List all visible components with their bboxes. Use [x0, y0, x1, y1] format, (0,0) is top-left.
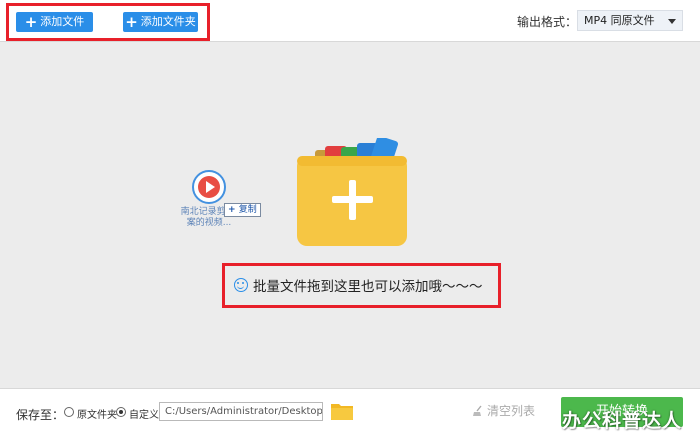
toolbar: + 添加文件 + 添加文件夹 输出格式： MP4 同原文件 [0, 0, 700, 42]
chevron-down-icon [668, 19, 676, 24]
drop-hint: 批量文件拖到这里也可以添加哦～～～ [234, 275, 483, 295]
add-folder-button[interactable]: + 添加文件夹 [123, 12, 198, 32]
clear-list-button[interactable]: 清空列表 [472, 402, 535, 419]
save-path-input[interactable] [159, 402, 323, 421]
copy-badge: + 复制 [224, 203, 261, 217]
watermark: 办公科普达人 [562, 410, 683, 432]
plus-icon: + [125, 12, 138, 31]
radio-original-folder[interactable] [64, 407, 74, 417]
radio-original-folder-label[interactable]: 原文件夹 [77, 406, 117, 421]
add-file-button[interactable]: + 添加文件 [16, 12, 93, 32]
add-file-label: 添加文件 [40, 15, 85, 28]
drop-hint-text: 批量文件拖到这里也可以添加哦～～～ [253, 279, 483, 295]
add-folder-illustration-icon[interactable] [297, 138, 409, 246]
dragging-file-ghost: 南北记录剪 文案的视频... + 复制 [180, 170, 261, 232]
browse-folder-icon[interactable] [330, 401, 354, 421]
video-player-icon [192, 170, 226, 204]
radio-custom-label[interactable]: 自定义 [129, 406, 159, 421]
broom-icon [473, 405, 482, 416]
output-format-label: 输出格式： [517, 15, 578, 29]
clear-list-label: 清空列表 [487, 404, 536, 418]
radio-custom[interactable] [116, 407, 126, 417]
save-to-label: 保存至： [16, 408, 65, 422]
smile-icon [234, 278, 248, 292]
plus-icon: + [24, 12, 38, 31]
output-format-value: MP4 同原文件 [584, 14, 655, 27]
copy-badge-label: 复制 [238, 205, 257, 215]
add-folder-label: 添加文件夹 [140, 15, 196, 28]
output-format-select[interactable]: MP4 同原文件 [577, 10, 683, 31]
